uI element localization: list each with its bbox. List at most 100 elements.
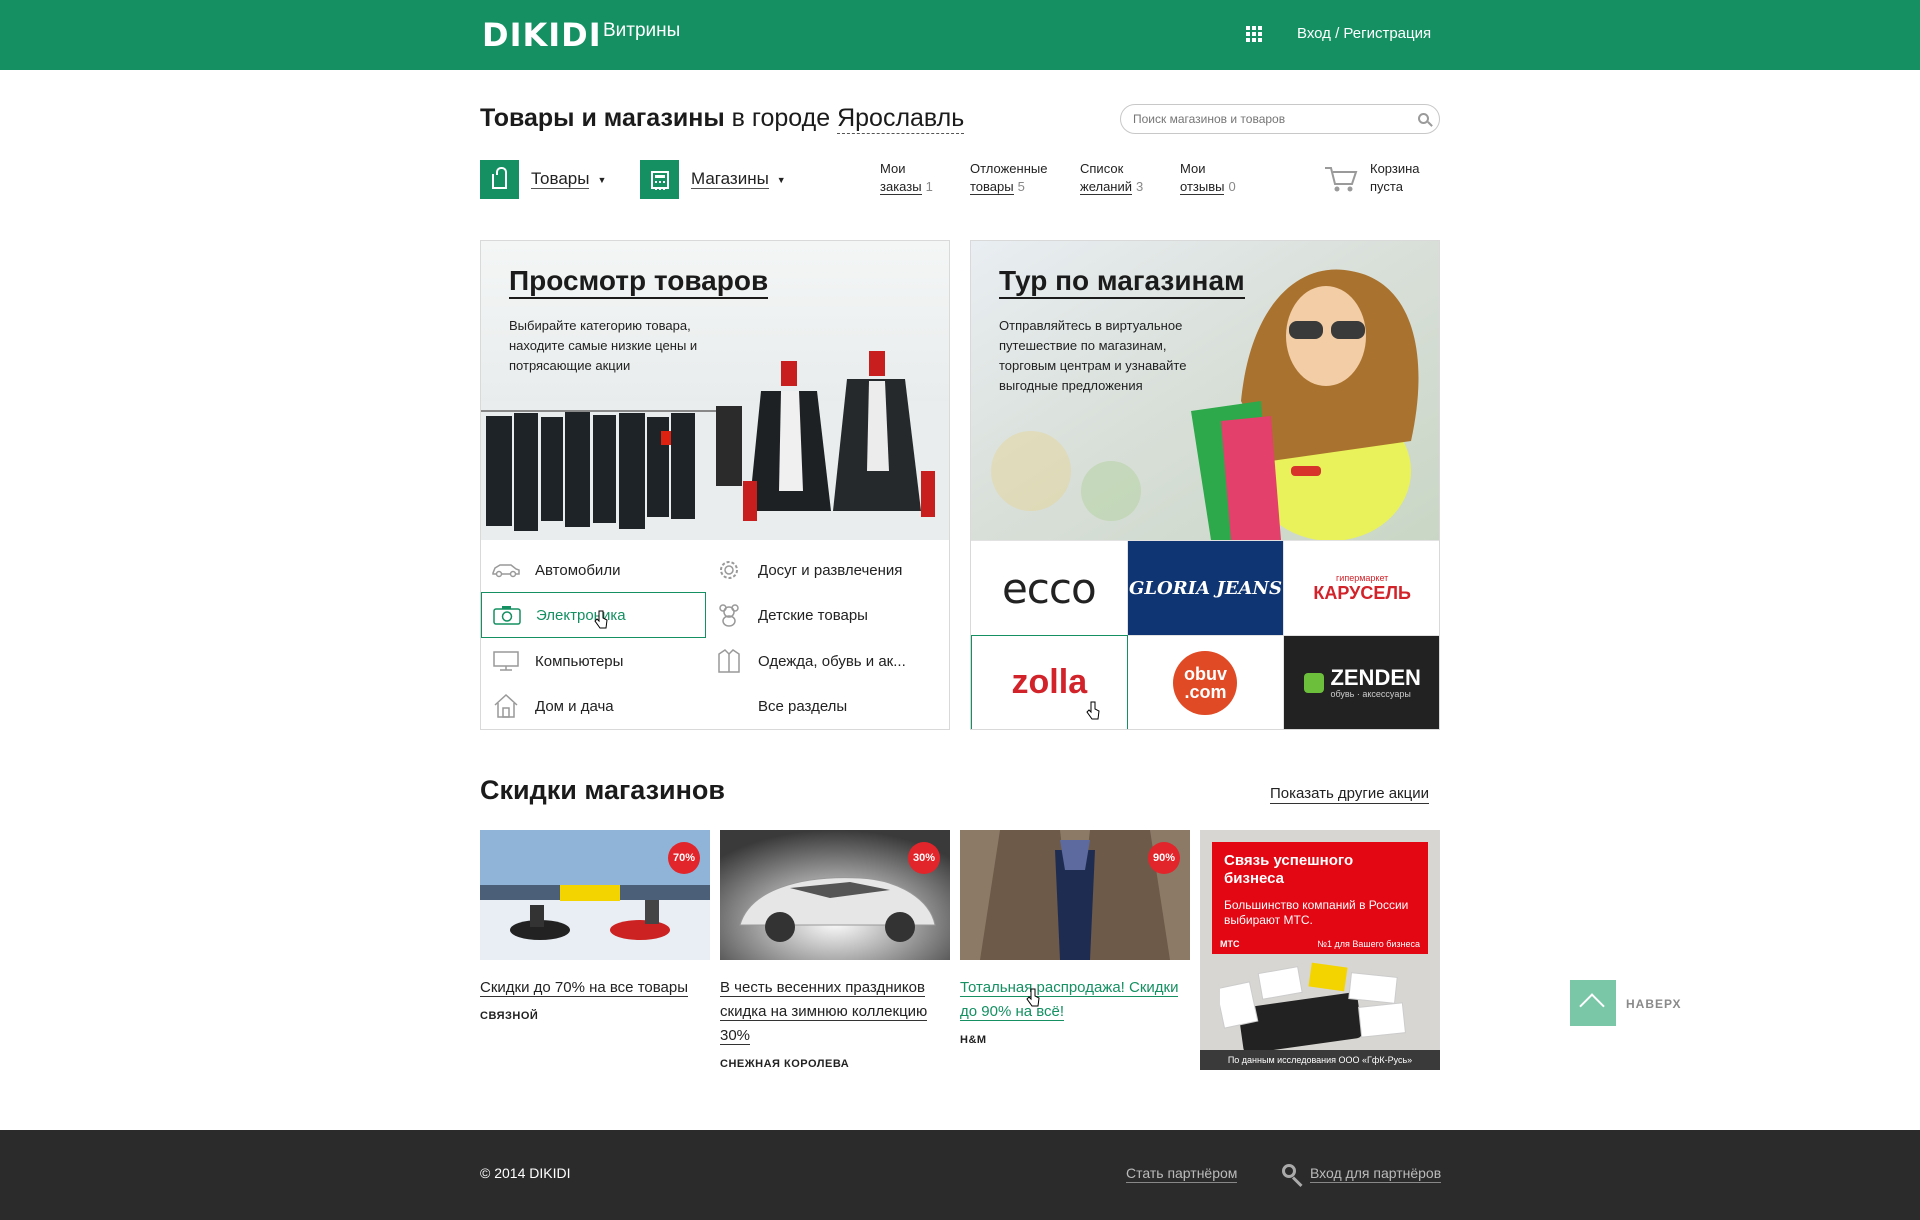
category-home[interactable]: Дом и дача	[481, 683, 706, 729]
back-to-top-label[interactable]: НАВЕРХ	[1626, 997, 1682, 1011]
store-ecco[interactable]: ecco	[971, 540, 1128, 635]
coat-icon	[714, 649, 744, 673]
page-title: Товары и магазины в городе Ярославль	[480, 104, 965, 134]
store-karusel[interactable]: гипермаркет КАРУСЕЛЬ	[1284, 540, 1439, 635]
ad-brand: МТС	[1220, 939, 1240, 949]
my-orders-line1: Мои	[880, 161, 906, 176]
my-reviews-line1: Мои	[1180, 161, 1206, 176]
category-cars-label: Автомобили	[535, 561, 621, 579]
category-computers[interactable]: Компьютеры	[481, 638, 706, 684]
deal-store[interactable]: Снежная королева	[720, 1058, 950, 1070]
nav-goods[interactable]: Товары ▼	[480, 160, 606, 199]
login-register-link[interactable]: Вход / Регистрация	[1297, 25, 1431, 42]
logo[interactable]: DIKIDI	[482, 16, 602, 54]
my-orders-link[interactable]: Мои заказы 1	[880, 160, 933, 196]
store-obuv[interactable]: obuv .com	[1127, 635, 1285, 729]
key-icon	[1282, 1164, 1296, 1178]
nav-shops[interactable]: Магазины ▼	[640, 160, 786, 199]
goods-card-desc: Выбирайте категорию товара, находите сам…	[509, 318, 698, 373]
store-zolla[interactable]: zolla	[971, 635, 1128, 729]
category-leisure[interactable]: Досуг и развлечения	[704, 547, 929, 593]
store-logo-grid: ecco GLORIA JEANS гипермаркет КАРУСЕЛЬ z…	[971, 540, 1439, 729]
shopping-bag-icon	[480, 160, 519, 199]
snowmobile-image: 70%	[480, 830, 710, 960]
deal-store[interactable]: Связной	[480, 1010, 710, 1022]
category-computers-label: Компьютеры	[535, 652, 624, 670]
shops-card-title[interactable]: Тур по магазинам	[999, 265, 1245, 299]
store-zenden-label: ZENDEN	[1330, 665, 1421, 690]
page-title-bold: Товары и магазины	[480, 104, 725, 132]
ad-brand-strip: МТС №1 для Вашего бизнеса	[1212, 934, 1428, 954]
back-to-top-button[interactable]	[1570, 980, 1616, 1026]
deal-card[interactable]: 30% В честь весенних праздников скидка н…	[720, 830, 950, 1070]
search-input[interactable]	[1133, 105, 1413, 133]
category-clothing[interactable]: Одежда, обувь и ак...	[704, 638, 929, 684]
category-home-label: Дом и дача	[535, 697, 614, 715]
category-electronics-label: Электроника	[536, 606, 626, 624]
store-zenden[interactable]: ZENDEN обувь · аксессуары	[1284, 635, 1439, 729]
deal-card[interactable]: 70% Скидки до 70% на все товары Связной	[480, 830, 710, 1022]
my-reviews-line2: отзывы	[1180, 179, 1225, 195]
ad-footnote: По данным исследования ООО «ГфК-Русь»	[1200, 1050, 1440, 1070]
deal-text-link[interactable]: Тотальная распродажа! Скидки до 90% на в…	[960, 979, 1179, 1021]
caret-down-icon: ▼	[597, 174, 607, 185]
wishlist-count: 3	[1136, 179, 1144, 194]
store-zenden-sub: обувь · аксессуары	[1330, 689, 1411, 699]
shopping-woman-image: Тур по магазинам Отправляйтесь в виртуал…	[971, 241, 1439, 540]
cart-status[interactable]: Корзина пуста	[1370, 160, 1420, 196]
store-karusel-label: КАРУСЕЛЬ	[1313, 582, 1411, 603]
deal-text: В честь весенних праздников скидка на зи…	[720, 976, 950, 1048]
discount-badge: 70%	[668, 842, 700, 874]
search-icon[interactable]	[1418, 113, 1429, 124]
ad-headline-box: Связь успешного бизнеса Большинство комп…	[1212, 842, 1428, 934]
store-interior-image: Просмотр товаров Выбирайте категорию тов…	[481, 241, 949, 540]
saved-goods-link[interactable]: Отложенные товары 5	[970, 160, 1047, 196]
saved-goods-line2: товары	[970, 179, 1014, 195]
business-cards-image	[1220, 962, 1406, 1050]
ad-title: Связь успешного бизнеса	[1224, 852, 1354, 887]
shops-card-desc: Отправляйтесь в виртуальное путешествие …	[999, 318, 1187, 393]
become-partner-link[interactable]: Стать партнёром	[1126, 1165, 1238, 1183]
category-list: Автомобили Досуг и развлечения Электрони…	[481, 540, 949, 729]
goods-card-title[interactable]: Просмотр товаров	[509, 265, 769, 299]
deal-card[interactable]: 90% Тотальная распродажа! Скидки до 90% …	[960, 830, 1190, 1046]
category-all[interactable]: Все разделы	[704, 683, 929, 729]
partner-login-link[interactable]: Вход для партнёров	[1310, 1165, 1442, 1183]
deal-text-link[interactable]: В честь весенних праздников скидка на зи…	[720, 979, 928, 1045]
hand-cursor-icon	[594, 610, 608, 629]
more-deals-link[interactable]: Показать другие акции	[1270, 785, 1429, 804]
car-image: 30%	[720, 830, 950, 960]
my-orders-line2: заказы	[880, 179, 922, 195]
mts-ad-banner[interactable]: Связь успешного бизнеса Большинство комп…	[1200, 830, 1440, 1070]
discounts-title: Скидки магазинов	[480, 775, 726, 805]
cart-icon[interactable]	[1324, 165, 1358, 193]
my-reviews-link[interactable]: Мои отзывы 0	[1180, 160, 1236, 196]
store-gloria-jeans[interactable]: GLORIA JEANS	[1127, 540, 1285, 635]
category-clothing-label: Одежда, обувь и ак...	[758, 652, 906, 670]
wishlist-link[interactable]: Список желаний 3	[1080, 160, 1143, 196]
camera-icon	[492, 603, 522, 627]
hand-cursor-icon	[1026, 988, 1040, 1007]
saved-goods-count: 5	[1017, 179, 1025, 194]
top-bar: DIKIDI Витрины Вход / Регистрация	[0, 0, 1920, 70]
wishlist-line1: Список	[1080, 161, 1124, 176]
category-kids[interactable]: Детские товары	[704, 592, 929, 638]
category-all-label: Все разделы	[758, 697, 848, 715]
nav-shops-label: Магазины	[691, 169, 769, 189]
copyright: © 2014 DIKIDI	[480, 1165, 571, 1181]
deal-text: Тотальная распродажа! Скидки до 90% на в…	[960, 976, 1190, 1024]
store-karusel-sub: гипермаркет	[1336, 572, 1389, 583]
my-reviews-count: 0	[1228, 179, 1236, 194]
city-selector[interactable]: Ярославль	[837, 104, 965, 134]
discount-badge: 90%	[1148, 842, 1180, 874]
car-icon	[491, 558, 521, 582]
category-cars[interactable]: Автомобили	[481, 547, 706, 593]
clover-icon	[1304, 673, 1325, 693]
wishlist-line2: желаний	[1080, 179, 1133, 195]
apps-grid-icon[interactable]	[1246, 26, 1262, 42]
deal-store[interactable]: H&M	[960, 1034, 1190, 1046]
store-zolla-label: zolla	[1011, 663, 1088, 701]
caret-down-icon: ▼	[776, 174, 786, 185]
cart-line1: Корзина	[1370, 161, 1420, 176]
deal-text-link[interactable]: Скидки до 70% на все товары	[480, 979, 689, 997]
